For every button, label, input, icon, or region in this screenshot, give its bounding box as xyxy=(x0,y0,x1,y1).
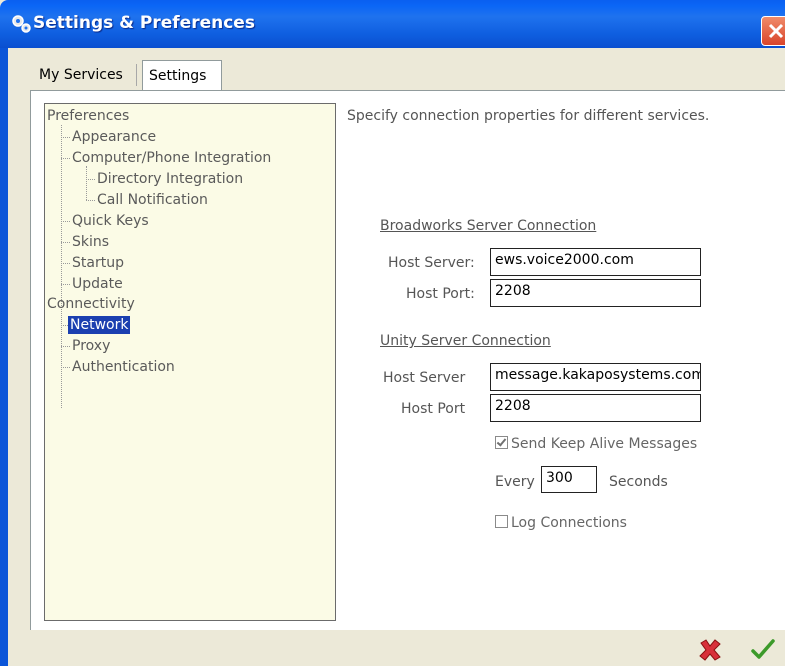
keep-alive-label: Send Keep Alive Messages xyxy=(511,436,698,452)
tree-connector xyxy=(86,166,87,200)
tree-connector xyxy=(86,200,95,201)
keep-alive-interval-input[interactable]: 300 xyxy=(541,466,597,493)
tab-my-services[interactable]: My Services xyxy=(33,60,131,90)
unity-host-port-input[interactable]: 2208 xyxy=(490,394,701,422)
tree-connector xyxy=(61,137,70,138)
log-connections-label: Log Connections xyxy=(511,515,627,531)
broadworks-section-heading: Broadworks Server Connection xyxy=(380,218,597,234)
tree-connector xyxy=(61,125,62,408)
tab-divider xyxy=(136,64,137,86)
settings-window: Settings & Preferences My Services Setti… xyxy=(0,0,785,666)
tree-item-skins[interactable]: Skins xyxy=(72,233,109,251)
tree-item-preferences[interactable]: Preferences xyxy=(47,107,129,125)
seconds-label: Seconds xyxy=(609,474,668,490)
keep-alive-checkbox[interactable] xyxy=(495,436,508,449)
broadworks-host-port-label: Host Port: xyxy=(406,286,475,302)
unity-section-heading: Unity Server Connection xyxy=(380,333,551,349)
tree-connector xyxy=(86,179,95,180)
unity-host-port-label: Host Port xyxy=(401,401,466,417)
tree-connector xyxy=(61,158,70,159)
unity-host-server-label: Host Server xyxy=(383,370,466,386)
tree-connector xyxy=(61,284,70,285)
tree-item-connectivity[interactable]: Connectivity xyxy=(47,295,135,313)
unity-host-server-input[interactable]: message.kakaposystems.com xyxy=(490,363,701,391)
tree-item-authentication[interactable]: Authentication xyxy=(72,358,175,376)
tree-item-network[interactable]: Network xyxy=(68,316,131,334)
log-connections-option[interactable]: Log Connections xyxy=(495,515,627,531)
window-title: Settings & Preferences xyxy=(33,13,255,33)
tree-item-update[interactable]: Update xyxy=(72,275,123,293)
tree-item-proxy[interactable]: Proxy xyxy=(72,337,110,355)
description-text: Specify connection properties for differ… xyxy=(347,108,710,124)
title-bar[interactable]: Settings & Preferences xyxy=(0,0,785,48)
tree-item-startup[interactable]: Startup xyxy=(72,254,124,272)
tree-connector xyxy=(61,325,68,326)
log-connections-checkbox[interactable] xyxy=(495,515,508,528)
tree-connector xyxy=(61,346,70,347)
tree-connector xyxy=(61,221,70,222)
tree-item-quick-keys[interactable]: Quick Keys xyxy=(72,212,149,230)
broadworks-host-server-label: Host Server: xyxy=(388,255,475,271)
tree-item-directory-integration[interactable]: Directory Integration xyxy=(97,170,243,188)
close-button[interactable] xyxy=(761,16,785,46)
every-label: Every xyxy=(495,474,535,490)
broadworks-host-port-input[interactable]: 2208 xyxy=(490,279,701,307)
tree-connector xyxy=(61,263,70,264)
tree-item-computer-phone-integration[interactable]: Computer/Phone Integration xyxy=(72,149,271,167)
close-icon xyxy=(768,23,784,39)
tree-item-call-notification[interactable]: Call Notification xyxy=(97,191,208,209)
window-border xyxy=(0,48,8,666)
tree-item-appearance[interactable]: Appearance xyxy=(72,128,156,146)
cancel-x-icon[interactable] xyxy=(697,637,723,663)
keep-alive-option[interactable]: Send Keep Alive Messages xyxy=(495,436,697,452)
tree-connector xyxy=(61,367,70,368)
tree-connector xyxy=(61,242,70,243)
ok-checkmark-icon[interactable] xyxy=(750,637,776,663)
broadworks-host-server-input[interactable]: ews.voice2000.com xyxy=(490,248,701,276)
gears-icon xyxy=(12,15,31,33)
tab-settings[interactable]: Settings xyxy=(142,60,222,90)
